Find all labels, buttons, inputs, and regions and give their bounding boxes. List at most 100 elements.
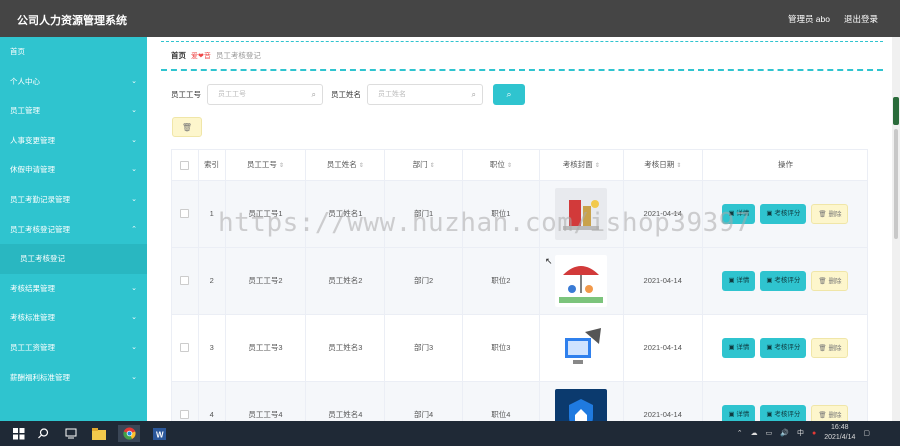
ime-indicator[interactable]: 中 bbox=[797, 428, 804, 438]
detail-button[interactable]: ▣ 详情 bbox=[722, 404, 756, 421]
cover-image[interactable] bbox=[555, 388, 608, 421]
col-position[interactable]: 职位 ⇕ bbox=[462, 150, 541, 181]
col-date[interactable]: 考核日期 ⇕ bbox=[623, 150, 703, 181]
sidebar-item-benefits[interactable]: 薪酬福利标准管理 ⌄ bbox=[0, 363, 147, 393]
word-icon[interactable]: W bbox=[150, 425, 168, 442]
chevron-down-icon: ⌄ bbox=[131, 77, 137, 85]
cell-index: 4 bbox=[198, 381, 226, 421]
sidebar-item-assessment-mgmt[interactable]: 员工考核登记管理 ⌃ bbox=[0, 215, 147, 245]
search-row: 员工工号 ⌕ 员工姓名 ⌕ ⌕ bbox=[171, 84, 525, 105]
sort-icon[interactable]: ⇕ bbox=[595, 163, 600, 169]
batch-delete-button[interactable]: 🗑 bbox=[172, 117, 202, 137]
row-checkbox[interactable] bbox=[180, 343, 190, 353]
delete-button[interactable]: 🗑 删除 bbox=[811, 404, 849, 421]
evaluate-button[interactable]: ▣ 考核评分 bbox=[760, 404, 807, 421]
clock[interactable]: 16:48 2021/4/14 bbox=[824, 423, 855, 443]
windows-start-icon[interactable] bbox=[10, 425, 28, 442]
breadcrumb-separator: 爱❤音 bbox=[191, 52, 211, 60]
delete-button[interactable]: 🗑 删除 bbox=[811, 270, 849, 291]
task-view-icon[interactable] bbox=[62, 425, 80, 442]
svg-text:W: W bbox=[156, 430, 164, 439]
cell-emp-no: 员工工号4 bbox=[225, 381, 307, 421]
select-all-checkbox[interactable] bbox=[180, 160, 190, 170]
emp-name-label: 员工姓名 bbox=[331, 90, 361, 99]
cell-emp-name: 员工姓名1 bbox=[305, 180, 386, 248]
scrollbar-thumb[interactable] bbox=[893, 97, 899, 125]
top-bar: 公司人力资源管理系统 管理员 abo 退出登录 bbox=[0, 0, 900, 37]
sidebar-item-employee-mgmt[interactable]: 员工管理 ⌄ bbox=[0, 96, 147, 126]
chevron-down-icon: ⌄ bbox=[131, 284, 137, 292]
chevron-up-icon[interactable]: ⌃ bbox=[737, 429, 743, 437]
delete-button[interactable]: 🗑 删除 bbox=[811, 203, 849, 224]
sidebar-item-assessment-registration[interactable]: 员工考核登记 bbox=[0, 244, 147, 274]
sidebar-item-leave-request[interactable]: 休假申请管理 ⌄ bbox=[0, 155, 147, 185]
cell-dept: 部门4 bbox=[384, 381, 463, 421]
cell-index: 2 bbox=[198, 247, 226, 315]
evaluate-button[interactable]: ▣ 考核评分 bbox=[760, 203, 807, 224]
cell-emp-name: 员工姓名3 bbox=[305, 314, 386, 382]
cover-image[interactable] bbox=[555, 254, 608, 307]
sort-icon[interactable]: ⇕ bbox=[359, 163, 364, 169]
emp-name-input[interactable] bbox=[368, 85, 482, 104]
cell-position: 职位1 bbox=[462, 180, 541, 248]
row-checkbox[interactable] bbox=[180, 410, 190, 420]
sidebar-item-assessment-standards[interactable]: 考核标准管理 ⌄ bbox=[0, 303, 147, 333]
sort-icon[interactable]: ⇕ bbox=[279, 163, 284, 169]
emp-name-field[interactable]: ⌕ bbox=[367, 84, 483, 105]
col-cover[interactable]: 考核封面 ⇕ bbox=[539, 150, 624, 181]
cell-emp-no: 员工工号3 bbox=[225, 314, 307, 382]
cell-date: 2021-04-14 bbox=[623, 180, 703, 248]
cover-image[interactable] bbox=[555, 187, 608, 240]
cover-image[interactable] bbox=[555, 321, 608, 374]
select-all-header[interactable] bbox=[172, 150, 199, 181]
table-row: 3 员工工号3 员工姓名3 部门3 职位3 2021-04-14 ▣ 详情 ▣ … bbox=[172, 314, 867, 382]
volume-icon[interactable]: 🔊 bbox=[780, 429, 789, 437]
sidebar-item-personnel-change[interactable]: 人事变更管理 ⌄ bbox=[0, 126, 147, 156]
emp-no-input[interactable] bbox=[208, 85, 322, 104]
app-tray-icon[interactable]: ● bbox=[812, 430, 816, 437]
table-row: 4 员工工号4 员工姓名4 部门4 职位4 2021-04-14 ▣ 详情 ▣ … bbox=[172, 381, 867, 421]
detail-button[interactable]: ▣ 详情 bbox=[722, 337, 756, 358]
delete-button[interactable]: 🗑 删除 bbox=[811, 337, 849, 358]
chevron-down-icon: ⌄ bbox=[131, 343, 137, 351]
cell-date: 2021-04-14 bbox=[623, 381, 703, 421]
cell-index: 3 bbox=[198, 314, 226, 382]
app-title: 公司人力资源管理系统 bbox=[17, 15, 127, 27]
admin-user-link[interactable]: 管理员 abo bbox=[788, 13, 830, 25]
mouse-pointer-icon: ↖ bbox=[545, 256, 553, 266]
file-explorer-icon[interactable] bbox=[90, 425, 108, 442]
cell-index: 1 bbox=[198, 180, 226, 248]
row-checkbox[interactable] bbox=[180, 276, 190, 286]
sidebar-item-assessment-results[interactable]: 考核结果管理 ⌄ bbox=[0, 274, 147, 304]
emp-no-field[interactable]: ⌕ bbox=[207, 84, 323, 105]
sort-icon[interactable]: ⇕ bbox=[507, 163, 512, 169]
search-button[interactable]: ⌕ bbox=[493, 84, 525, 105]
network-icon[interactable]: ▭ bbox=[766, 429, 773, 437]
notification-icon[interactable]: ▢ bbox=[863, 429, 870, 437]
cell-position: 职位2 bbox=[462, 247, 541, 315]
sort-icon[interactable]: ⇕ bbox=[430, 163, 435, 169]
page-scrollbar[interactable] bbox=[892, 37, 900, 421]
evaluate-button[interactable]: ▣ 考核评分 bbox=[760, 337, 807, 358]
evaluate-button[interactable]: ▣ 考核评分 bbox=[760, 270, 807, 291]
sidebar-item-attendance[interactable]: 员工考勤记录管理 ⌄ bbox=[0, 185, 147, 215]
sidebar-item-personal-center[interactable]: 个人中心 ⌄ bbox=[0, 67, 147, 97]
weather-icon[interactable]: ☁ bbox=[751, 429, 758, 437]
col-dept[interactable]: 部门 ⇕ bbox=[384, 150, 463, 181]
cell-position: 职位3 bbox=[462, 314, 541, 382]
sort-icon[interactable]: ⇕ bbox=[676, 163, 681, 169]
row-checkbox[interactable] bbox=[180, 209, 190, 219]
logout-link[interactable]: 退出登录 bbox=[844, 13, 878, 25]
sidebar-item-salary[interactable]: 员工工资管理 ⌄ bbox=[0, 333, 147, 363]
detail-button[interactable]: ▣ 详情 bbox=[722, 203, 756, 224]
detail-button[interactable]: ▣ 详情 bbox=[722, 270, 756, 291]
cell-emp-no: 员工工号2 bbox=[225, 247, 307, 315]
chrome-icon[interactable] bbox=[118, 425, 140, 442]
col-emp-name[interactable]: 员工姓名 ⇕ bbox=[305, 150, 386, 181]
sidebar-item-home[interactable]: 首页 bbox=[0, 37, 147, 67]
cell-emp-name: 员工姓名4 bbox=[305, 381, 386, 421]
breadcrumb-home[interactable]: 首页 bbox=[171, 50, 186, 61]
col-emp-no[interactable]: 员工工号 ⇕ bbox=[225, 150, 307, 181]
search-icon[interactable] bbox=[34, 425, 52, 442]
trash-icon: 🗑 bbox=[181, 123, 193, 132]
